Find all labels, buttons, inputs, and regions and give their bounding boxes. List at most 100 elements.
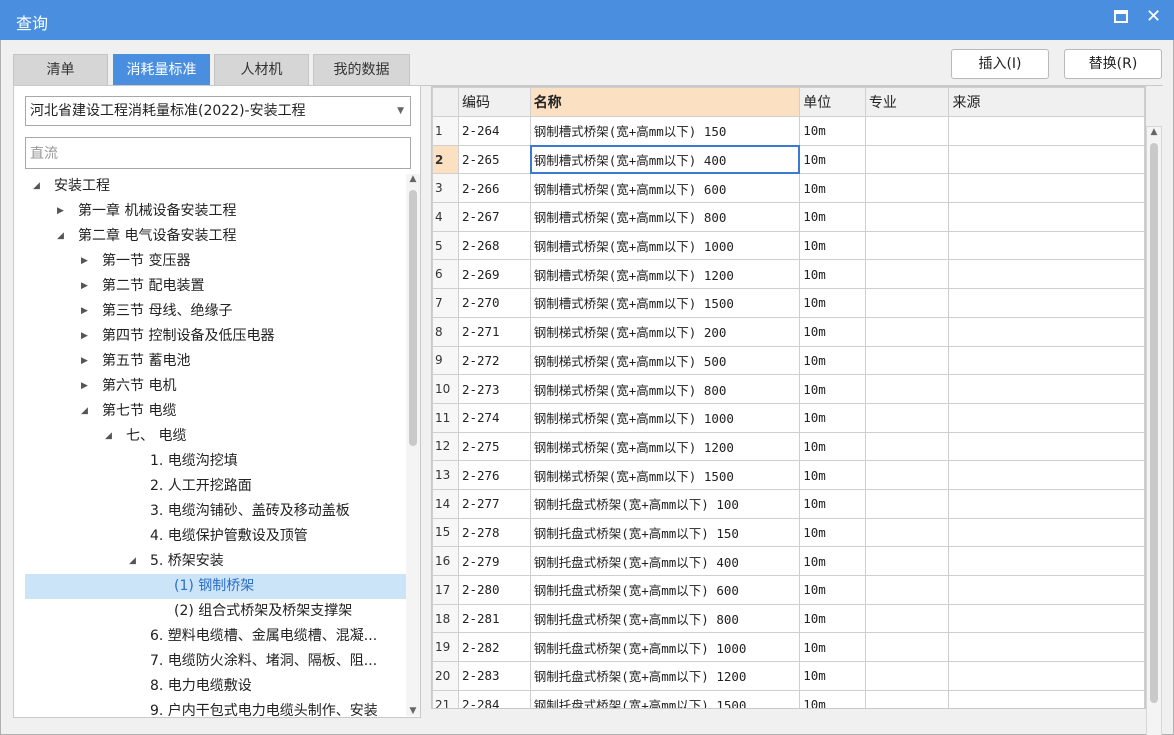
- row-number-cell[interactable]: 17: [432, 575, 459, 605]
- table-cell[interactable]: [864, 230, 950, 261]
- table-cell[interactable]: 10m: [799, 431, 866, 462]
- tree-item[interactable]: ◢ 七、 电缆: [25, 424, 406, 449]
- table-cell[interactable]: [948, 288, 1145, 318]
- row-number-cell[interactable]: 12: [432, 431, 459, 462]
- table-cell[interactable]: 10m: [799, 575, 866, 605]
- table-row[interactable]: 14 2-277 钢制托盘式桥架(宽+高mm以下) 100 10m: [432, 488, 1145, 519]
- table-cell[interactable]: [948, 431, 1145, 462]
- row-number-cell[interactable]: 5: [432, 230, 459, 261]
- grid-scrollbar[interactable]: ▲ ▼: [1146, 126, 1162, 735]
- tree-item[interactable]: 6. 塑料电缆槽、金属电缆槽、混凝...: [25, 624, 406, 649]
- row-number-cell[interactable]: 14: [432, 488, 459, 519]
- collapse-arrow-icon[interactable]: ◢: [57, 224, 64, 249]
- row-number-cell[interactable]: 19: [432, 632, 459, 663]
- collapse-arrow-icon[interactable]: ◢: [105, 424, 112, 449]
- table-cell[interactable]: 钢制梯式桥架(宽+高mm以下) 1500: [529, 460, 801, 490]
- table-cell[interactable]: 2-270: [457, 288, 531, 318]
- tree-item[interactable]: ◢ 第二章 电气设备安装工程: [25, 224, 406, 249]
- table-cell[interactable]: 钢制托盘式桥架(宽+高mm以下) 800: [529, 603, 801, 634]
- table-row[interactable]: 7 2-270 钢制槽式桥架(宽+高mm以下) 1500 10m: [432, 288, 1145, 318]
- tree-item-selected[interactable]: (1) 钢制桥架: [25, 574, 406, 599]
- table-cell[interactable]: 10m: [799, 144, 866, 175]
- tree-item[interactable]: ▶ 第一节 变压器: [25, 249, 406, 274]
- table-cell[interactable]: 10m: [799, 202, 866, 232]
- row-number-cell[interactable]: 21: [432, 689, 459, 708]
- tab-labor-material-machine[interactable]: 人材机: [214, 54, 309, 85]
- table-cell[interactable]: [864, 316, 950, 347]
- table-cell[interactable]: 2-269: [457, 259, 531, 290]
- table-cell[interactable]: 钢制托盘式桥架(宽+高mm以下) 1500: [529, 689, 801, 708]
- scroll-up-icon[interactable]: ▲: [406, 174, 420, 184]
- table-cell[interactable]: 钢制托盘式桥架(宽+高mm以下) 1000: [529, 632, 801, 663]
- table-cell[interactable]: 钢制梯式桥架(宽+高mm以下) 800: [529, 374, 801, 404]
- maximize-icon[interactable]: [1114, 10, 1128, 23]
- table-row[interactable]: 18 2-281 钢制托盘式桥架(宽+高mm以下) 800 10m: [432, 603, 1145, 634]
- table-row[interactable]: 1 2-264 钢制槽式桥架(宽+高mm以下) 150 10m: [432, 116, 1145, 146]
- table-cell[interactable]: [948, 230, 1145, 261]
- table-row[interactable]: 15 2-278 钢制托盘式桥架(宽+高mm以下) 150 10m: [432, 517, 1145, 548]
- table-cell[interactable]: 10m: [799, 316, 866, 347]
- table-cell[interactable]: 钢制托盘式桥架(宽+高mm以下) 100: [529, 488, 801, 519]
- table-row[interactable]: 8 2-271 钢制梯式桥架(宽+高mm以下) 200 10m: [432, 316, 1145, 347]
- table-cell[interactable]: [864, 632, 950, 663]
- row-number-cell[interactable]: 20: [432, 661, 459, 691]
- expand-arrow-icon[interactable]: ▶: [81, 249, 88, 274]
- expand-arrow-icon[interactable]: ▶: [81, 324, 88, 349]
- table-cell[interactable]: 2-284: [457, 689, 531, 708]
- table-cell[interactable]: [864, 431, 950, 462]
- close-icon[interactable]: ✕: [1146, 6, 1161, 27]
- table-cell[interactable]: 10m: [799, 230, 866, 261]
- tree-item[interactable]: 8. 电力电缆敷设: [25, 674, 406, 699]
- table-row[interactable]: 17 2-280 钢制托盘式桥架(宽+高mm以下) 600 10m: [432, 575, 1145, 605]
- table-cell[interactable]: 2-267: [457, 202, 531, 232]
- table-cell[interactable]: 10m: [799, 488, 866, 519]
- table-cell[interactable]: [948, 374, 1145, 404]
- table-cell[interactable]: 10m: [799, 546, 866, 576]
- table-row[interactable]: 21 2-284 钢制托盘式桥架(宽+高mm以下) 1500 10m: [432, 689, 1145, 708]
- table-cell[interactable]: [864, 603, 950, 634]
- table-cell[interactable]: [864, 661, 950, 691]
- column-header[interactable]: 单位: [799, 87, 866, 117]
- table-cell[interactable]: 10m: [799, 632, 866, 663]
- row-number-cell[interactable]: 2: [432, 144, 459, 175]
- table-cell[interactable]: [864, 202, 950, 232]
- table-cell[interactable]: [864, 116, 950, 146]
- table-cell[interactable]: [948, 144, 1145, 175]
- tab-my-data[interactable]: 我的数据: [313, 54, 410, 85]
- expand-arrow-icon[interactable]: ▶: [57, 199, 64, 224]
- table-row[interactable]: 16 2-279 钢制托盘式桥架(宽+高mm以下) 400 10m: [432, 546, 1145, 576]
- column-header[interactable]: 专业: [864, 87, 950, 117]
- table-cell[interactable]: [864, 689, 950, 708]
- table-cell[interactable]: [864, 402, 950, 433]
- table-cell[interactable]: 钢制槽式桥架(宽+高mm以下) 1500: [529, 288, 801, 318]
- table-cell[interactable]: 10m: [799, 402, 866, 433]
- table-cell[interactable]: [948, 460, 1145, 490]
- row-number-cell[interactable]: 16: [432, 546, 459, 576]
- table-cell[interactable]: [948, 517, 1145, 548]
- table-cell[interactable]: 2-265: [457, 144, 531, 175]
- row-number-cell[interactable]: 8: [432, 316, 459, 347]
- table-cell[interactable]: [864, 345, 950, 376]
- table-cell[interactable]: [948, 661, 1145, 691]
- tree-scrollbar[interactable]: ▲ ▼: [406, 174, 420, 716]
- table-cell[interactable]: [864, 288, 950, 318]
- table-cell[interactable]: [948, 345, 1145, 376]
- row-number-cell[interactable]: 9: [432, 345, 459, 376]
- table-cell[interactable]: 钢制梯式桥架(宽+高mm以下) 1000: [529, 402, 801, 433]
- table-row[interactable]: 4 2-267 钢制槽式桥架(宽+高mm以下) 800 10m: [432, 202, 1145, 232]
- table-cell[interactable]: 2-272: [457, 345, 531, 376]
- expand-arrow-icon[interactable]: ▶: [81, 349, 88, 374]
- table-cell[interactable]: [864, 517, 950, 548]
- tree-item[interactable]: ▶ 第一章 机械设备安装工程: [25, 199, 406, 224]
- tree-item[interactable]: ◢ 5. 桥架安装: [25, 549, 406, 574]
- table-cell[interactable]: 10m: [799, 374, 866, 404]
- table-row[interactable]: 10 2-273 钢制梯式桥架(宽+高mm以下) 800 10m: [432, 374, 1145, 404]
- table-cell[interactable]: 钢制托盘式桥架(宽+高mm以下) 600: [529, 575, 801, 605]
- tree-item[interactable]: ◢ 第七节 电缆: [25, 399, 406, 424]
- column-header[interactable]: 来源: [948, 87, 1145, 117]
- table-row[interactable]: 5 2-268 钢制槽式桥架(宽+高mm以下) 1000 10m: [432, 230, 1145, 261]
- table-cell[interactable]: 2-281: [457, 603, 531, 634]
- column-header[interactable]: 名称: [529, 87, 801, 117]
- tree-item[interactable]: ▶ 第三节 母线、绝缘子: [25, 299, 406, 324]
- tree-item[interactable]: (2) 组合式桥架及桥架支撑架: [25, 599, 406, 624]
